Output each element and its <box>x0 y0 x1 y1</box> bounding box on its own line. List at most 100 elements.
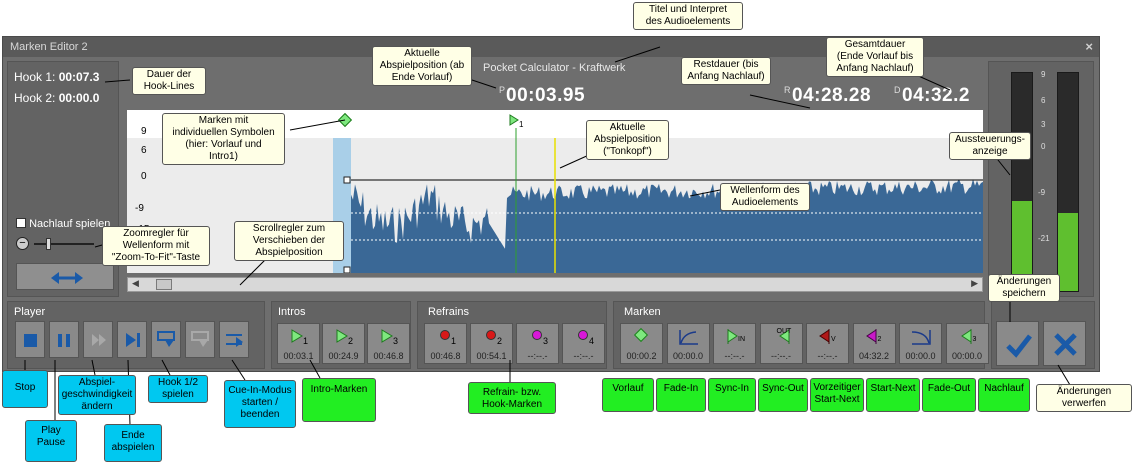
waveform-scale-label: -9 <box>135 203 144 214</box>
stop-icon <box>24 334 37 347</box>
callout-aktuelle-position: Aktuelle Abspielposition (ab Ende Vorlau… <box>372 46 472 86</box>
meter-scale-label: 9 <box>1041 70 1046 79</box>
marke-sync-out-time: --:--.- <box>771 351 791 361</box>
meter-scale-label: 3 <box>1041 120 1046 129</box>
zoom-out-icon[interactable]: − <box>16 237 29 250</box>
skip-end-icon <box>126 333 140 347</box>
marke-nachlauf-button[interactable]: 3 00:00.0 <box>945 323 989 364</box>
intro-3-icon <box>381 329 393 343</box>
refrain-2-button[interactable]: 2 00:54.1 <box>470 323 513 364</box>
zoom-to-fit-icon <box>51 272 83 284</box>
horizontal-scrollbar[interactable]: ◀ ▶ <box>127 277 983 292</box>
nachlauf-checkbox-label: Nachlauf spielen <box>29 218 111 230</box>
hook-play-button[interactable] <box>151 321 181 358</box>
refrain-3-button[interactable]: 3 --:--.- <box>516 323 559 364</box>
intro-1-button[interactable]: 1 00:03.1 <box>277 323 320 364</box>
intro-3-button[interactable]: 3 00:46.8 <box>367 323 410 364</box>
meter-scale-label: 0 <box>1041 142 1046 151</box>
intro-1-icon <box>291 329 303 343</box>
hook-2-line: Hook 2: 00:00.0 <box>14 91 99 105</box>
hook-disabled-button[interactable] <box>185 321 215 358</box>
zoom-thumb[interactable] <box>46 238 51 250</box>
callout-intro-marken: Intro-Marken <box>302 378 376 422</box>
waveform-scale-label: 0 <box>141 171 147 182</box>
callout-cue-in: Cue-In-Modus starten / beenden <box>224 380 296 428</box>
cue-in-button[interactable] <box>219 321 249 358</box>
marke-nachlauf-sub: 3 <box>972 336 977 343</box>
callout-zoom: Zoomregler für Wellenform mit "Zoom-To-F… <box>102 226 210 266</box>
remaining-prefix: R <box>784 85 791 95</box>
nachlauf-checkbox[interactable] <box>16 218 26 228</box>
nachlauf-checkbox-row[interactable]: Nachlauf spielen <box>16 218 110 230</box>
pause-icon <box>58 334 62 347</box>
refrain-4-num: 4 <box>589 336 595 346</box>
intro-2-icon <box>336 329 348 343</box>
callout-titel: Titel und Interpret des Audioelements <box>633 2 743 30</box>
callout-syncout: Sync-Out <box>758 378 808 412</box>
intros-section-title: Intros <box>278 306 306 318</box>
save-changes-button[interactable] <box>996 321 1039 366</box>
duration-prefix: D <box>894 85 901 95</box>
marke-fade-in-button[interactable]: 00:00.0 <box>666 323 710 364</box>
zoom-slider[interactable]: − <box>16 237 116 251</box>
waveform-scale-label: 9 <box>141 126 147 137</box>
marke-start-next-time: 04:32.2 <box>858 351 890 361</box>
zoom-to-fit-button[interactable] <box>16 263 114 290</box>
intro-3-num: 3 <box>393 336 399 346</box>
callout-stop: Stop <box>2 370 48 408</box>
level-meter-right-fill <box>1058 213 1078 291</box>
duration-time: 04:32.2 <box>902 85 970 106</box>
refrain-4-icon <box>578 330 588 340</box>
marke-fade-out-button[interactable]: 00:00.0 <box>899 323 942 364</box>
intro-1-marker-icon[interactable]: 1 <box>509 114 525 128</box>
intro-2-button[interactable]: 2 00:24.9 <box>322 323 365 364</box>
intro-2-time: 00:24.9 <box>328 351 359 361</box>
cue-in-icon <box>226 334 243 347</box>
marke-fade-out-time: 00:00.0 <box>905 351 936 361</box>
scroll-right-icon[interactable]: ▶ <box>971 278 978 289</box>
meter-scale-label: 6 <box>1041 96 1046 105</box>
callout-play-pause: Play Pause <box>25 420 77 462</box>
marke-vorzeitiger-start-next-button[interactable]: V --:--.- <box>806 323 849 364</box>
refrain-1-button[interactable]: 1 00:46.8 <box>424 323 467 364</box>
marke-fade-in-time: 00:00.0 <box>672 351 704 361</box>
refrain-4-button[interactable]: 4 --:--.- <box>562 323 605 364</box>
marke-sync-out-button[interactable]: OUT --:--.- <box>759 323 803 364</box>
marken-section-title: Marken <box>624 306 661 318</box>
close-button[interactable]: × <box>1085 39 1093 54</box>
play-end-button[interactable] <box>117 321 147 358</box>
intro-3-time: 00:46.8 <box>373 351 404 361</box>
marke-sync-out-sub: OUT <box>776 328 792 335</box>
scroll-thumb[interactable] <box>156 279 172 290</box>
play-pause-button[interactable] <box>49 321 79 358</box>
refrain-4-time: --:--.- <box>573 351 594 361</box>
marke-nachlauf-time: 00:00.0 <box>951 351 983 361</box>
callout-syncin: Sync-In <box>708 378 756 412</box>
callout-tonkopf: Aktuelle Abspielposition ("Tonkopf") <box>586 120 669 160</box>
callout-refrain-marken: Refrain- bzw. Hook-Marken <box>468 382 556 414</box>
stop-button[interactable] <box>15 321 45 358</box>
refrain-1-num: 1 <box>451 336 457 346</box>
speed-button[interactable] <box>83 321 113 358</box>
hook-1-line: Hook 1: 00:07.3 <box>14 70 99 84</box>
refrain-1-time: 00:46.8 <box>430 351 461 361</box>
window-title: Marken Editor 2 <box>10 41 88 53</box>
callout-aussteuerung: Aussteuerungs- anzeige <box>949 132 1031 160</box>
callout-fadeout: Fade-Out <box>922 378 976 412</box>
marke-sync-in-time: --:--.- <box>724 351 745 361</box>
discard-changes-button[interactable] <box>1043 321 1086 366</box>
level-meter-left <box>1011 72 1033 292</box>
marke-start-next-button[interactable]: 2 04:32.2 <box>852 323 896 364</box>
hook-1-label: Hook 1: <box>14 70 56 84</box>
marke-sync-in-button[interactable]: IN --:--.- <box>713 323 756 364</box>
callout-ende: Ende abspielen <box>104 424 162 462</box>
callout-marken-symbole: Marken mit individuellen Symbolen (hier:… <box>162 113 285 165</box>
callout-dauer-hook: Dauer der Hook-Lines <box>132 67 206 95</box>
position-prefix: P <box>499 85 506 95</box>
scroll-left-icon[interactable]: ◀ <box>132 278 139 289</box>
fast-forward-icon <box>92 334 106 346</box>
refrains-section-title: Refrains <box>428 306 469 318</box>
position-time: 00:03.95 <box>506 85 586 106</box>
marke-vorlauf-button[interactable]: 00:00.2 <box>620 323 663 364</box>
waveform-scale-label: 6 <box>141 145 147 156</box>
